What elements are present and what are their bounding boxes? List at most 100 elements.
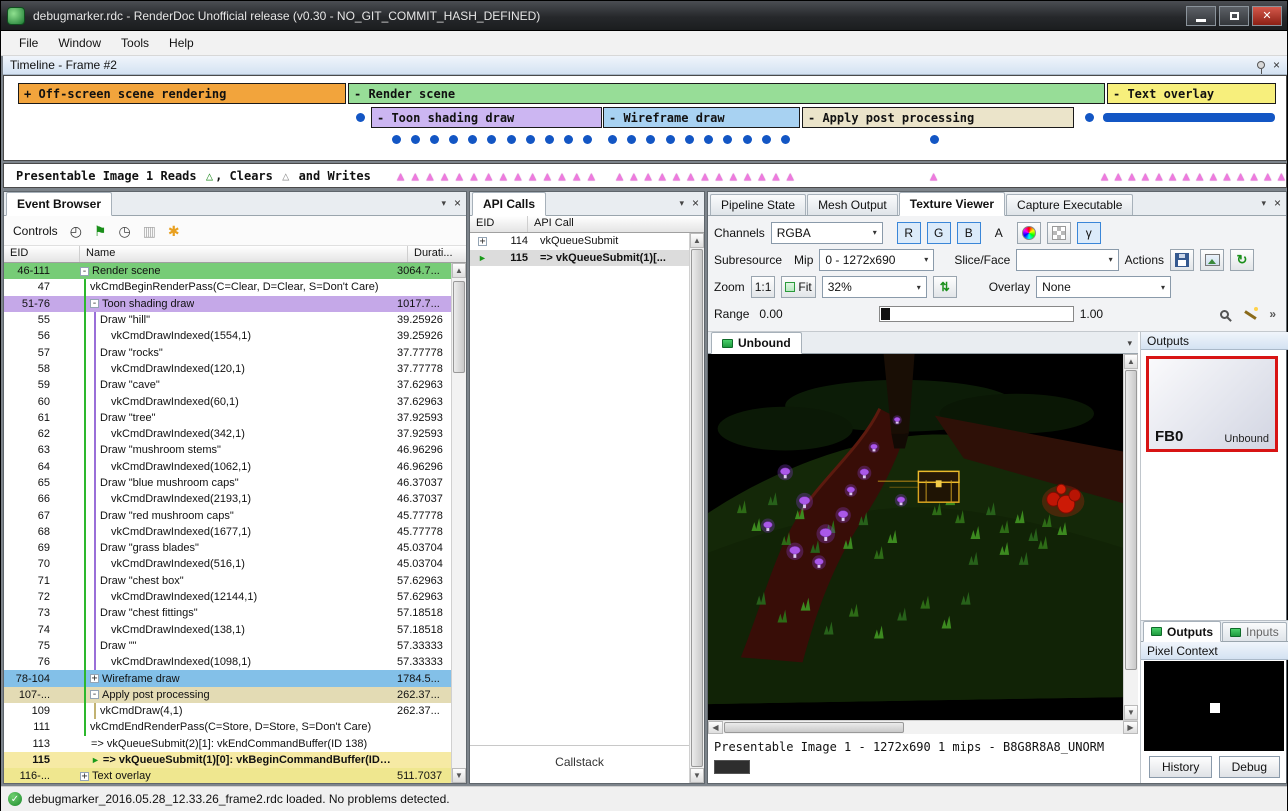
scroll-thumb[interactable] [724,722,904,733]
event-row[interactable]: 109vkCmdDraw(4,1)262.37... [4,703,451,719]
channel-alpha-toggle[interactable]: A [987,222,1011,244]
scroll-thumb[interactable] [453,281,465,373]
timeline-bar[interactable]: - Render scene [348,83,1105,104]
channels-select[interactable]: RGBA▾ [771,222,883,244]
event-row[interactable]: 115►=> vkQueueSubmit(1)[0]: vkBeginComma… [4,752,451,768]
close-icon[interactable]: × [692,197,699,209]
texture-list-dropdown-icon[interactable]: ▾ [1127,338,1132,349]
write-marker-triangle[interactable]: ▲ [630,170,637,182]
write-marker-triangle[interactable]: ▲ [1278,170,1285,182]
scroll-down-icon[interactable]: ▼ [1124,705,1138,720]
write-marker-triangle[interactable]: ▲ [1183,170,1190,182]
event-row[interactable]: 47vkCmdBeginRenderPass(C=Clear, D=Clear,… [4,279,451,295]
close-button[interactable]: ✕ [1252,6,1282,26]
event-browser-vscrollbar[interactable]: ▲ ▼ [451,263,466,783]
event-row[interactable]: 51-76-Toon shading draw1017.7... [4,296,451,312]
event-row[interactable]: 113=> vkQueueSubmit(2)[1]: vkEndCommandB… [4,736,451,752]
mip-select[interactable]: 0 - 1272x690▾ [819,249,934,271]
write-marker-triangle[interactable]: ▲ [1264,170,1271,182]
scroll-right-icon[interactable]: ▶ [1123,721,1138,734]
minimize-button[interactable] [1186,6,1216,26]
timeline-bar[interactable]: - Wireframe draw [603,107,800,128]
zoom-1to1-button[interactable]: 1:1 [751,276,776,298]
draw-marker-dot[interactable] [411,135,420,144]
tree-expand-icon[interactable]: - [90,690,99,699]
magnifier-icon[interactable] [1220,310,1229,319]
scroll-down-icon[interactable]: ▼ [452,768,466,783]
column-duration[interactable]: Durati... [408,246,466,262]
timeline-bar[interactable]: - Text overlay [1107,83,1276,104]
write-marker-triangle[interactable]: ▲ [744,170,751,182]
clock-icon[interactable]: ◷ [118,224,130,238]
write-marker-triangle[interactable]: ▲ [1251,170,1258,182]
checkerboard-button[interactable] [1047,222,1071,244]
draw-marker-dot[interactable] [781,135,790,144]
write-marker-triangle[interactable]: ▲ [426,170,433,182]
draw-marker-dot[interactable] [564,135,573,144]
draw-marker-dot[interactable] [545,135,554,144]
scroll-down-icon[interactable]: ▼ [690,768,704,783]
event-row[interactable]: 71Draw "chest box"57.62963 [4,573,451,589]
fit-button[interactable]: Fit [781,276,815,298]
draw-marker-dot[interactable] [743,135,752,144]
pixel-context-view[interactable] [1144,661,1284,751]
event-row[interactable]: 65Draw "blue mushroom caps"46.37037 [4,475,451,491]
write-marker-triangle[interactable]: ▲ [701,170,708,182]
write-marker-triangle[interactable]: ▲ [1101,170,1108,182]
event-row[interactable]: 116-...+Text overlay511.7037 [4,768,451,783]
draw-marker-dot[interactable] [608,135,617,144]
scroll-up-icon[interactable]: ▲ [452,263,466,278]
event-row[interactable]: 78-104+Wireframe draw1784.5... [4,670,451,686]
draw-span-bar[interactable] [1103,113,1275,122]
write-marker-triangle[interactable]: ▲ [659,170,666,182]
draw-marker-dot[interactable] [627,135,636,144]
draw-marker-dot[interactable] [430,135,439,144]
draw-marker-dot[interactable] [666,135,675,144]
tab-inputs[interactable]: Inputs [1222,622,1287,641]
column-eid[interactable]: EID [470,216,528,232]
write-marker-triangle[interactable]: ▲ [1155,170,1162,182]
draw-marker-dot[interactable] [392,135,401,144]
write-marker-triangle[interactable]: ▲ [673,170,680,182]
write-marker-triangle[interactable]: ▲ [514,170,521,182]
write-marker-triangle[interactable]: ▲ [573,170,580,182]
write-marker-triangle[interactable]: ▲ [1142,170,1149,182]
draw-marker-dot[interactable] [449,135,458,144]
draw-marker-dot[interactable] [468,135,477,144]
tab-capture-executable[interactable]: Capture Executable [1006,194,1133,215]
tab-texture-viewer[interactable]: Texture Viewer [899,192,1005,216]
draw-marker-dot[interactable] [487,135,496,144]
write-marker-triangle[interactable]: ▲ [485,170,492,182]
event-row[interactable]: 73Draw "chest fittings"57.18518 [4,605,451,621]
scroll-thumb[interactable] [1125,370,1137,670]
tab-unbound-texture[interactable]: Unbound [711,332,802,354]
write-marker-triangle[interactable]: ▲ [1128,170,1135,182]
write-marker-triangle[interactable]: ▲ [1237,170,1244,182]
dock-menu-icon[interactable]: ▾ [441,198,446,209]
draw-marker-dot[interactable] [507,135,516,144]
tab-api-calls[interactable]: API Calls [472,192,546,216]
write-marker-triangle[interactable]: ▲ [1115,170,1122,182]
scroll-up-icon[interactable]: ▲ [1124,354,1138,369]
event-row[interactable]: 56vkCmdDrawIndexed(1554,1)39.25926 [4,328,451,344]
write-marker-triangle[interactable]: ▲ [456,170,463,182]
write-marker-triangle[interactable]: ▲ [470,170,477,182]
chart-icon[interactable]: ▥ [143,224,156,238]
event-row[interactable]: 70vkCmdDrawIndexed(516,1)45.03704 [4,556,451,572]
scroll-up-icon[interactable]: ▲ [690,233,704,248]
tab-pipeline-state[interactable]: Pipeline State [710,194,806,215]
event-row[interactable]: 46-111-Render scene3064.7... [4,263,451,279]
column-eid[interactable]: EID [4,246,80,262]
clears-triangle-icon[interactable]: △ [282,169,289,183]
wand-icon[interactable] [1244,307,1259,321]
write-marker-triangle[interactable]: ▲ [616,170,623,182]
tree-expand-icon[interactable]: - [80,267,89,276]
write-marker-triangle[interactable]: ▲ [558,170,565,182]
write-marker-triangle[interactable]: ▲ [687,170,694,182]
tab-outputs[interactable]: Outputs [1143,621,1221,642]
event-row[interactable]: 63Draw "mushroom stems"46.96296 [4,442,451,458]
tab-event-browser[interactable]: Event Browser [6,192,112,216]
api-calls-vscrollbar[interactable]: ▲ ▼ [689,233,704,783]
channel-blue-toggle[interactable]: B [957,222,981,244]
write-marker-triangle[interactable]: ▲ [588,170,595,182]
